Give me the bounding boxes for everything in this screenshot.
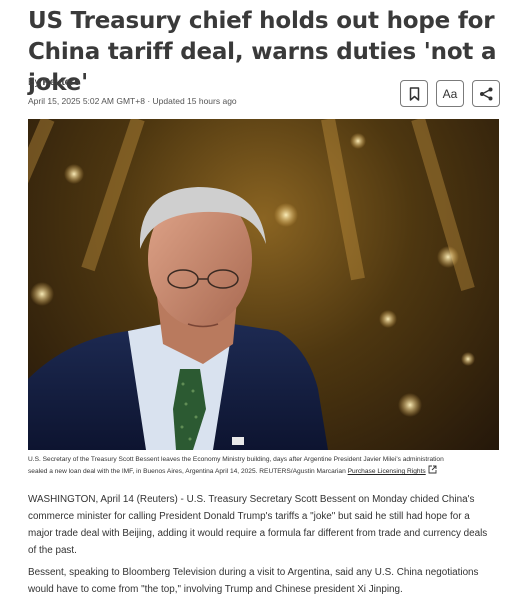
byline: By Reuters (28, 77, 80, 88)
share-icon (479, 87, 492, 100)
paragraph-line: Bessent, speaking to Bloomberg Televisio… (28, 567, 479, 578)
photo-caption: U.S. Secretary of the Treasury Scott Bes… (28, 454, 506, 477)
external-link-icon (428, 465, 436, 474)
paragraph-line: would have to come from "the top," invol… (28, 584, 403, 595)
bookmark-button[interactable] (400, 80, 428, 107)
paragraph-line: commerce minister for calling President … (28, 511, 470, 522)
article-paragraph: WASHINGTON, April 14 (Reuters) - U.S. Tr… (28, 491, 498, 559)
article-actions: Aa (400, 80, 500, 107)
paragraph-line: of the past. (28, 545, 77, 556)
publish-date: April 15, 2025 5:02 AM GMT+8 (28, 96, 145, 106)
dateline: April 15, 2025 5:02 AM GMT+8 · Updated 1… (28, 96, 237, 106)
licensing-label: Purchase Licensing Rights (347, 468, 426, 475)
updated-time: Updated 15 hours ago (152, 96, 237, 106)
article-photo (28, 119, 499, 450)
byline-prefix: By (28, 77, 40, 88)
font-size-label: Aa (442, 86, 458, 101)
headline-line: US Treasury chief holds out hope for (28, 8, 495, 34)
caption-line: sealed a new loan deal with the IMF, in … (28, 468, 346, 475)
bookmark-icon (409, 86, 419, 101)
caption-line: U.S. Secretary of the Treasury Scott Bes… (28, 456, 444, 463)
share-button[interactable] (472, 80, 500, 107)
paragraph-line: major trade deal with Beijing, adding it… (28, 528, 488, 539)
dateline-separator: · (147, 96, 151, 106)
purchase-licensing-link[interactable]: Purchase Licensing Rights (348, 468, 426, 475)
paragraph-line: WASHINGTON, April 14 (Reuters) - U.S. Tr… (28, 494, 475, 505)
font-size-button[interactable]: Aa (436, 80, 464, 107)
article-paragraph: Bessent, speaking to Bloomberg Televisio… (28, 564, 498, 598)
author-link[interactable]: Reuters (42, 77, 79, 88)
